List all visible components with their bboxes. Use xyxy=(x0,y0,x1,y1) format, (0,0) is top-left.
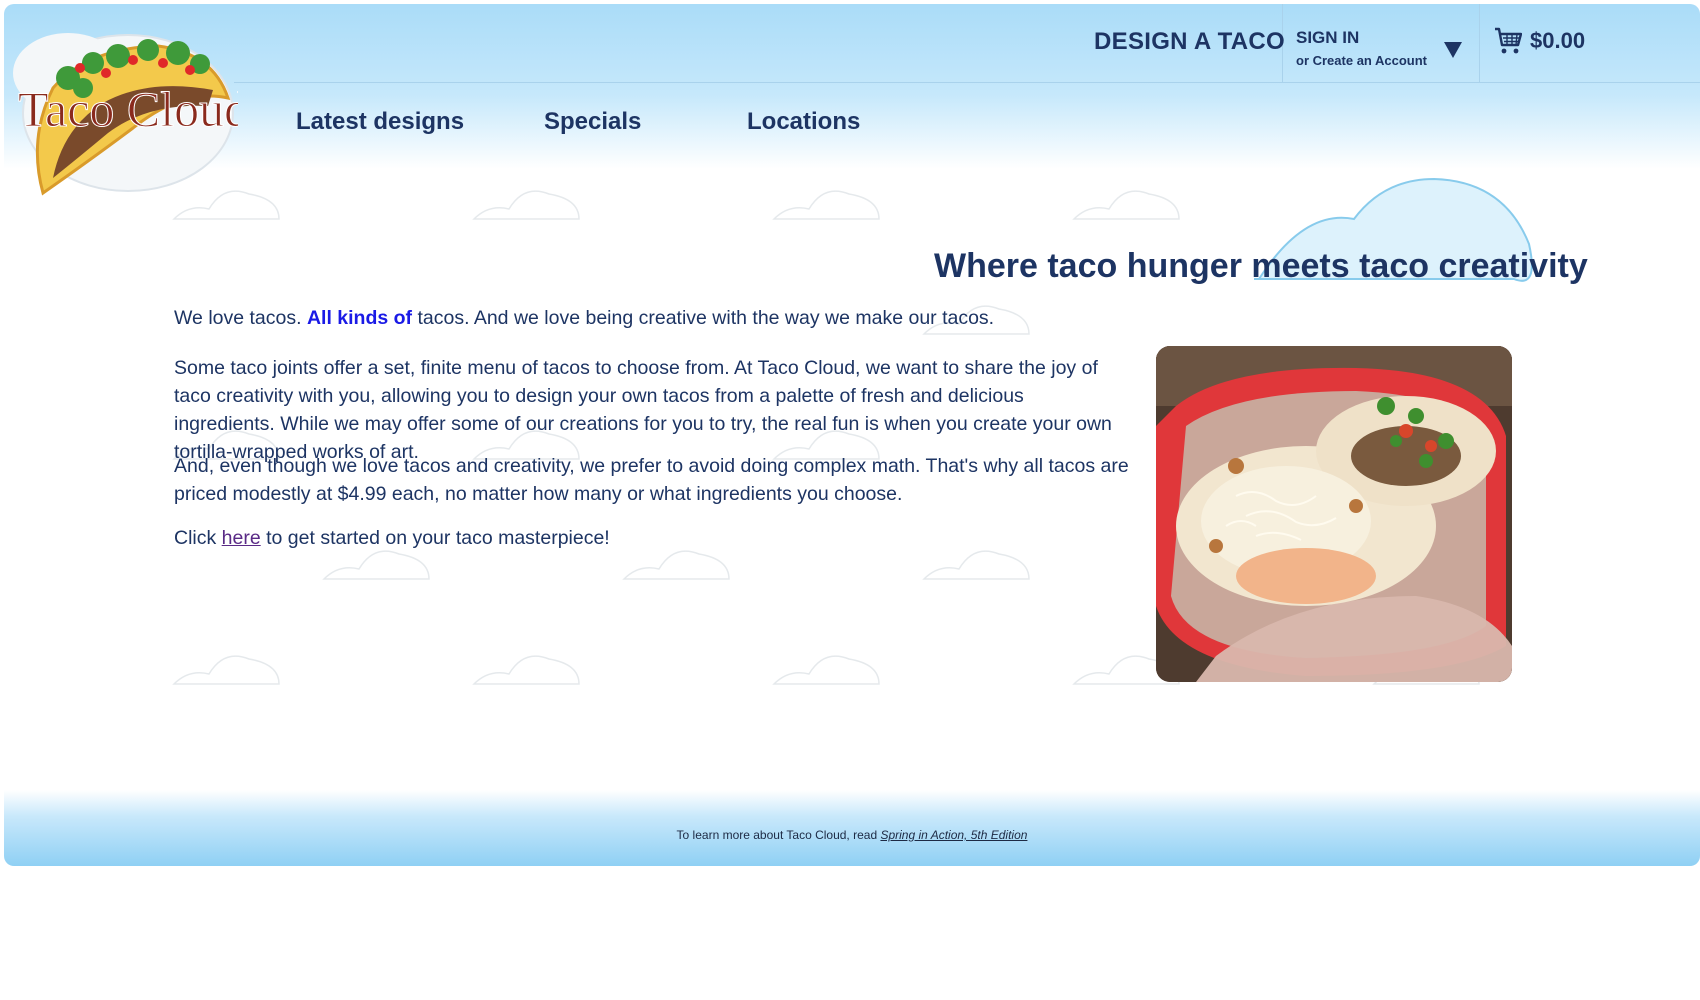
logo-text: Taco Cloud xyxy=(18,81,238,137)
taco-cloud-logo[interactable]: Taco Cloud xyxy=(8,18,238,218)
footer-label: To learn more about Taco Cloud, read xyxy=(676,828,881,842)
header-divider xyxy=(234,82,1700,83)
pricing-paragraph: And, even though we love tacos and creat… xyxy=(174,455,1129,505)
cart-total[interactable]: $0.00 xyxy=(1530,28,1585,54)
create-account-label[interactable]: or Create an Account xyxy=(1296,53,1427,68)
nav-specials[interactable]: Specials xyxy=(544,108,641,136)
page-title: Where taco hunger meets taco creativity xyxy=(934,247,1588,285)
cta-text-rest: to get started on your taco masterpiece! xyxy=(260,527,610,549)
intro-text-rest: tacos. And we love being creative with t… xyxy=(412,307,995,329)
header-separator xyxy=(1479,4,1480,82)
footer: To learn more about Taco Cloud, read Spr… xyxy=(4,790,1700,866)
intro-text: We love tacos. xyxy=(174,307,307,329)
footer-text: To learn more about Taco Cloud, read Spr… xyxy=(4,828,1700,842)
highlight-text: All kinds of xyxy=(306,307,413,329)
sign-in-link[interactable]: SIGN IN or Create an Account xyxy=(1296,28,1427,68)
nav-latest-designs[interactable]: Latest designs xyxy=(296,108,464,136)
header: DESIGN A TACO SIGN IN or Create an Accou… xyxy=(4,4,1700,169)
book-link[interactable]: Spring in Action, 5th Edition xyxy=(880,828,1027,842)
sign-in-label[interactable]: SIGN IN xyxy=(1296,28,1427,48)
intro-paragraph: We love tacos. All kinds of tacos. And w… xyxy=(174,304,1129,332)
taco-photo xyxy=(1156,346,1512,682)
creativity-paragraph: Some taco joints offer a set, finite men… xyxy=(174,357,1112,463)
design-a-taco-link[interactable]: DESIGN A TACO xyxy=(1094,28,1285,56)
nav-locations[interactable]: Locations xyxy=(747,108,860,136)
here-link[interactable]: here xyxy=(222,527,261,549)
page-frame: DESIGN A TACO SIGN IN or Create an Accou… xyxy=(4,4,1700,866)
cta-text: Click xyxy=(174,527,222,549)
taco-photo-illustration xyxy=(1156,346,1512,682)
chevron-down-icon[interactable] xyxy=(1444,42,1462,58)
shopping-cart-icon xyxy=(1495,27,1522,54)
cart-button[interactable]: $0.00 xyxy=(1494,26,1585,56)
cta-paragraph: Click here to get started on your taco m… xyxy=(174,524,1129,552)
